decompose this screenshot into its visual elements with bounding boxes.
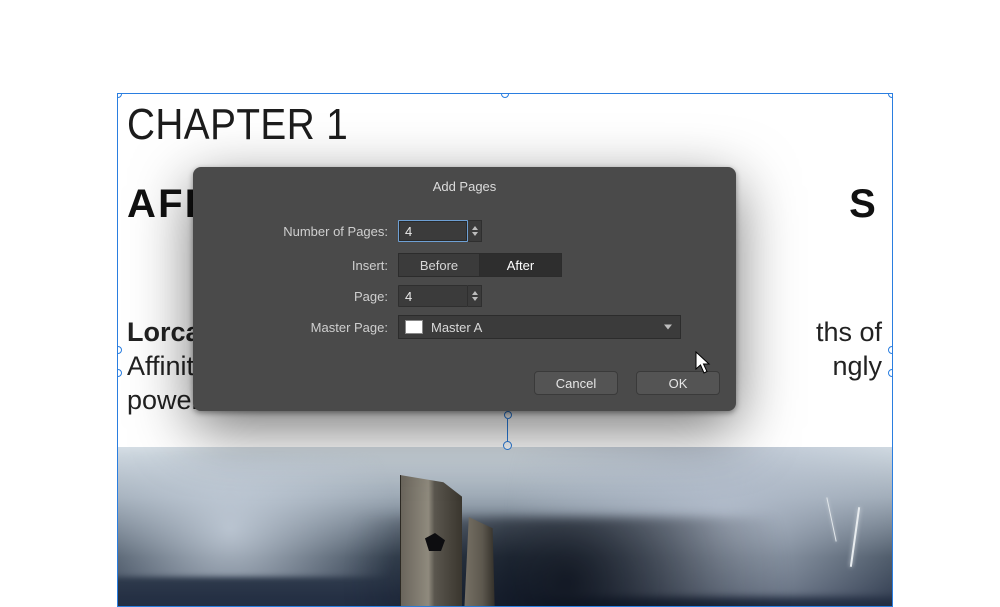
body-text-line2b: ngly xyxy=(832,350,882,384)
selection-handle[interactable] xyxy=(117,369,122,377)
body-text-right-1: ths of xyxy=(816,316,882,350)
label-master-page: Master Page: xyxy=(193,320,398,335)
hero-image xyxy=(118,447,893,607)
row-number-of-pages: Number of Pages: 4 xyxy=(193,219,482,243)
cancel-button[interactable]: Cancel xyxy=(534,371,618,395)
master-page-combo[interactable]: Master A xyxy=(398,315,681,339)
row-page: Page: 4 xyxy=(193,284,482,308)
page-input[interactable]: 4 xyxy=(398,285,468,307)
number-of-pages-value: 4 xyxy=(405,224,412,239)
page-stepper[interactable] xyxy=(468,285,482,307)
insert-before-button[interactable]: Before xyxy=(398,253,480,277)
ok-button[interactable]: OK xyxy=(636,371,720,395)
subtitle-right-fragment: S xyxy=(849,182,878,227)
master-page-value: Master A xyxy=(431,320,482,335)
chevron-down-icon xyxy=(664,325,672,330)
selection-handle[interactable] xyxy=(888,369,893,377)
selection-handle[interactable] xyxy=(888,93,893,98)
label-page: Page: xyxy=(193,289,398,304)
chevron-up-icon xyxy=(472,291,478,295)
dialog-title: Add Pages xyxy=(193,179,736,194)
chevron-down-icon xyxy=(472,297,478,301)
dialog-button-row: Cancel OK xyxy=(534,371,720,395)
chevron-down-icon xyxy=(472,232,478,236)
selection-handle[interactable] xyxy=(501,93,509,98)
selection-handle[interactable] xyxy=(888,346,893,354)
number-of-pages-stepper[interactable] xyxy=(468,220,482,242)
label-insert: Insert: xyxy=(193,258,398,273)
insert-segmented-control: Before After xyxy=(398,253,562,277)
page-value: 4 xyxy=(405,289,412,304)
selection-handle[interactable] xyxy=(117,346,122,354)
master-page-swatch xyxy=(405,320,423,334)
insert-after-button[interactable]: After xyxy=(480,253,562,277)
row-master-page: Master Page: Master A xyxy=(193,315,681,339)
chevron-up-icon xyxy=(472,226,478,230)
label-number-of-pages: Number of Pages: xyxy=(193,224,398,239)
add-pages-dialog: Add Pages Number of Pages: 4 Insert: Bef… xyxy=(193,167,736,411)
selection-handle[interactable] xyxy=(117,93,122,98)
number-of-pages-input[interactable]: 4 xyxy=(398,220,468,242)
canvas-stage: CHAPTER 1 AFFI S Lorcar ths of Affinity … xyxy=(0,0,1000,607)
chapter-title: CHAPTER 1 xyxy=(127,100,348,150)
selection-center-knob[interactable] xyxy=(503,441,512,450)
selection-center-handle[interactable] xyxy=(504,411,512,419)
selection-center-stem xyxy=(507,419,508,443)
row-insert: Insert: Before After xyxy=(193,253,562,277)
